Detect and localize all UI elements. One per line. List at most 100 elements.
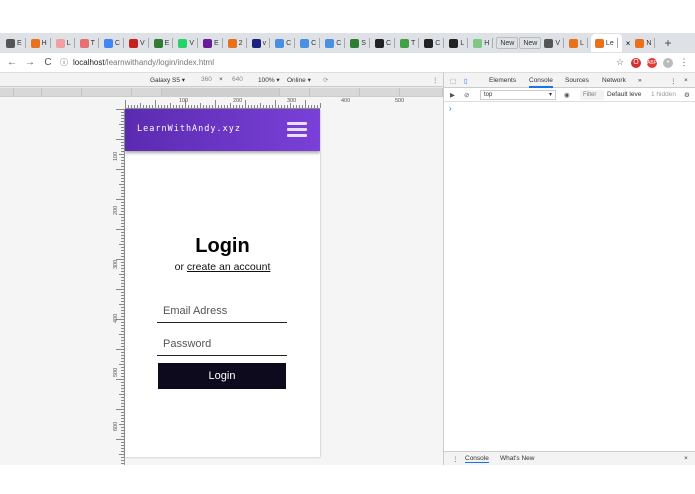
inspect-element-icon[interactable]: ⬚	[450, 77, 456, 85]
browser-tab[interactable]: S	[348, 35, 372, 51]
favicon-icon	[635, 38, 645, 48]
browser-tab[interactable]: C	[298, 35, 322, 51]
devtools-menu-icon[interactable]: ⋮	[670, 77, 677, 85]
ruler-tick	[116, 439, 124, 440]
browser-tab[interactable]: L	[567, 35, 590, 51]
dimension-times: ×	[219, 76, 223, 83]
address-bar[interactable]: ⓘ localhost/learnwithandy/login/index.ht…	[60, 56, 609, 70]
forward-button[interactable]: →	[24, 57, 36, 68]
login-button[interactable]: Login	[158, 363, 286, 389]
drawer-toggle-icon[interactable]: ▶	[450, 91, 455, 99]
browser-tab[interactable]: V	[542, 35, 566, 51]
email-field[interactable]: Email Adress	[157, 301, 287, 323]
ruler-tick	[215, 100, 216, 108]
ruler-tick	[284, 105, 285, 108]
device-height[interactable]: 640	[232, 76, 243, 83]
reload-button[interactable]: C	[42, 57, 54, 68]
filter-input[interactable]: Filter	[580, 90, 604, 100]
browser-tab[interactable]: H	[471, 35, 495, 51]
close-tab-icon[interactable]: ×	[626, 39, 631, 48]
browser-tab[interactable]: E	[152, 35, 176, 51]
device-select[interactable]: Galaxy S5 ▾	[150, 76, 185, 84]
favicon-icon	[128, 38, 138, 48]
media-query-bar[interactable]	[0, 87, 443, 97]
ruler-label: 200	[113, 205, 119, 215]
password-field[interactable]: Password	[157, 334, 287, 356]
drawer-tab-whats-new[interactable]: What's New	[500, 455, 534, 462]
ruler-tick	[121, 292, 124, 293]
favicon-icon	[449, 38, 459, 48]
log-levels-select[interactable]: Default leve	[607, 91, 641, 98]
browser-tab[interactable]: L	[447, 35, 470, 51]
drawer-menu-icon[interactable]: ⋮	[452, 455, 459, 463]
tab-sources[interactable]: Sources	[565, 77, 589, 84]
favicon-icon	[400, 38, 409, 48]
tab-network[interactable]: Network	[602, 77, 626, 84]
devtools-close-icon[interactable]: ×	[684, 77, 688, 84]
drawer-close-icon[interactable]: ×	[684, 455, 688, 462]
browser-tab[interactable]: E	[4, 35, 28, 51]
device-toolbar-menu-icon[interactable]: ⋮	[432, 76, 439, 84]
tab-label: v	[262, 39, 267, 47]
browser-tab[interactable]: 2	[226, 35, 249, 51]
ruler-tick	[119, 334, 124, 335]
ruler-tick	[121, 376, 124, 377]
browser-tab[interactable]: C	[373, 35, 397, 51]
ruler-tick	[119, 394, 124, 395]
browser-tab-new[interactable]: New	[519, 37, 542, 49]
clear-console-icon[interactable]: ⊘	[464, 91, 469, 99]
browser-tab[interactable]: C	[102, 35, 126, 51]
browser-tab[interactable]: T	[78, 35, 101, 51]
menu-kebab-icon[interactable]: ⋮	[679, 57, 689, 68]
ruler-tick	[121, 118, 124, 119]
browser-tab[interactable]: v	[250, 35, 273, 51]
brand-logo[interactable]: LearnWithAndy.xyz	[137, 124, 241, 134]
ruler-tick	[167, 105, 168, 108]
browser-tab[interactable]: T	[398, 35, 421, 51]
star-icon[interactable]: ☆	[615, 57, 625, 68]
zoom-select[interactable]: 100% ▾	[258, 76, 280, 84]
browser-tab[interactable]: V	[127, 35, 151, 51]
browser-tab[interactable]: C	[273, 35, 297, 51]
browser-tab[interactable]: H	[29, 35, 53, 51]
adblock-icon[interactable]: ABP	[647, 57, 657, 68]
browser-tab-active[interactable]: Le	[590, 34, 622, 52]
ruler-label: 500	[113, 367, 119, 377]
context-select[interactable]: top ▾	[480, 90, 556, 100]
ruler-tick	[137, 105, 138, 108]
rotate-icon[interactable]: ⟳	[323, 76, 328, 84]
drawer-tab-console[interactable]: Console	[465, 455, 489, 463]
browser-tab-new[interactable]: New	[496, 37, 519, 49]
create-account-link[interactable]: create an account	[187, 261, 270, 273]
ruler-tick	[121, 457, 124, 458]
browser-tab[interactable]: C	[422, 35, 446, 51]
ruler-tick	[121, 121, 124, 122]
eye-icon[interactable]: ◉	[564, 91, 570, 99]
back-button[interactable]: ←	[6, 57, 18, 68]
new-tab-button[interactable]: +	[664, 36, 671, 50]
profile-avatar-icon[interactable]: •	[663, 57, 673, 68]
info-icon[interactable]: ⓘ	[60, 57, 68, 68]
browser-tab[interactable]: L	[54, 35, 77, 51]
tab-console[interactable]: Console	[529, 77, 553, 88]
more-tabs-icon[interactable]: »	[638, 77, 642, 84]
device-mode-icon[interactable]: ▯	[464, 77, 468, 85]
browser-tab[interactable]: E	[201, 35, 225, 51]
tab-elements[interactable]: Elements	[489, 77, 516, 84]
ruler-tick	[119, 124, 124, 125]
ruler-tick	[194, 105, 195, 108]
browser-tab[interactable]: N	[633, 35, 657, 51]
tab-label: C	[114, 39, 120, 47]
network-throttle-select[interactable]: Online ▾	[287, 76, 311, 84]
ruler-tick	[164, 105, 165, 108]
console-prompt[interactable]: ›	[449, 104, 452, 113]
opera-extension-icon[interactable]: O	[631, 57, 641, 68]
browser-tab[interactable]: V	[176, 35, 200, 51]
browser-tab[interactable]: C	[323, 35, 347, 51]
favicon-icon	[424, 38, 434, 48]
device-width[interactable]: 360	[201, 76, 212, 83]
ruler-tick	[121, 316, 124, 317]
tab-label: C	[311, 39, 317, 47]
console-settings-icon[interactable]: ⚙	[684, 91, 690, 99]
hamburger-menu-icon[interactable]	[287, 122, 307, 138]
